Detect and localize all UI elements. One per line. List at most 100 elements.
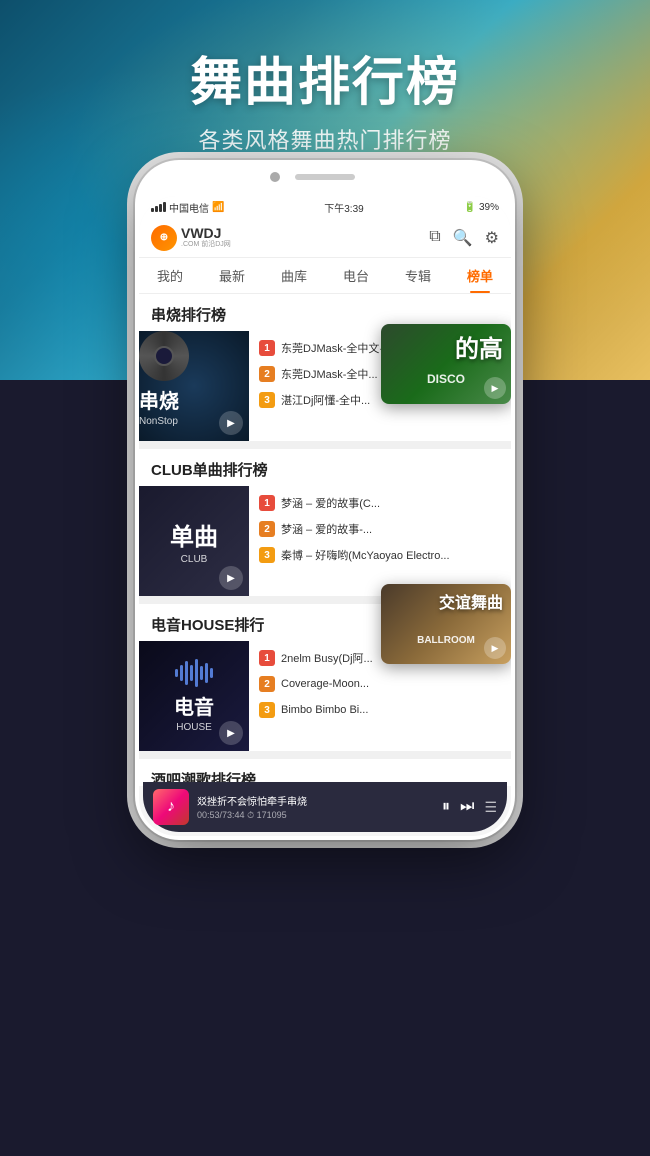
player-controls: ⏸ ⏭ ☰: [442, 798, 497, 816]
chart-section-club: CLUB单曲排行榜 单曲 CLUB ▶ 1 梦涵 – 爱的故事(C... 2: [139, 449, 511, 596]
tab-library[interactable]: 曲库: [263, 258, 325, 293]
app-logo: ⊕ VWDJ .COM 前沿DJ网: [151, 225, 231, 251]
play-btn-house[interactable]: ▶: [219, 721, 243, 745]
track-num-1: 1: [259, 650, 275, 666]
tab-latest[interactable]: 最新: [201, 258, 263, 293]
phone-frame: 中国电信 📶 下午3:39 🔋 39% ⊕ VWDJ .COM 前沿DJ网: [135, 160, 515, 840]
track-num-2: 2: [259, 521, 275, 537]
track-title: 2nelm Busy(Dj阿...: [281, 650, 373, 666]
album-art-club[interactable]: 单曲 CLUB ▶: [139, 486, 249, 596]
main-title: 舞曲排行榜: [0, 40, 650, 115]
track-item[interactable]: 3 秦博 – 好嗨哟(McYaoyao Electro...: [249, 542, 511, 568]
overlay-disco[interactable]: 的高 DISCO ▶: [381, 324, 511, 404]
tab-album[interactable]: 专辑: [387, 258, 449, 293]
gear-icon[interactable]: ⚙: [485, 228, 499, 248]
track-num-3: 3: [259, 547, 275, 563]
sub-title: 各类风格舞曲热门排行榜: [0, 123, 650, 155]
player-time: 00:53/73:44 ⏱ 171095: [197, 810, 434, 821]
track-num-2: 2: [259, 366, 275, 382]
logo-sub-text: .COM 前沿DJ网: [181, 241, 231, 249]
track-num-1: 1: [259, 340, 275, 356]
turntable-outer: [139, 331, 189, 381]
signal-bars: [151, 202, 166, 212]
wave-bar: [175, 669, 178, 677]
disco-cn-text: 的高: [455, 329, 503, 364]
wave-bar: [200, 666, 203, 680]
track-num-1: 1: [259, 495, 275, 511]
wave-bar: [205, 663, 208, 683]
wave-bar: [180, 665, 183, 681]
player-thumb[interactable]: ♪: [153, 789, 189, 825]
track-num-3: 3: [259, 702, 275, 718]
play-btn-nonstop[interactable]: ▶: [219, 411, 243, 435]
logo-circle: ⊕: [151, 225, 177, 251]
chart-section-nonstop: 串烧排行榜 串烧 NonStop ▶ 1: [139, 294, 511, 441]
signal-bar-3: [159, 204, 162, 212]
signal-bar-1: [151, 208, 154, 212]
overlay-ballroom[interactable]: 交谊舞曲 BALLROOM ▶: [381, 584, 511, 664]
track-title: Bimbo Bimbo Bi...: [281, 704, 368, 716]
signal-bar-4: [163, 202, 166, 212]
tab-charts[interactable]: 榜单: [449, 258, 511, 293]
phone-speaker: [295, 174, 355, 180]
tab-mine[interactable]: 我的: [139, 258, 201, 293]
carrier-name: 中国电信: [169, 200, 209, 215]
waveform: [175, 659, 213, 687]
album-title-cn-house: 电音: [174, 691, 214, 720]
status-bar: 中国电信 📶 下午3:39 🔋 39%: [139, 196, 511, 218]
wave-bar: [210, 668, 213, 678]
album-title-cn-club: 单曲: [170, 517, 218, 552]
ballroom-play-btn[interactable]: ▶: [484, 637, 506, 659]
player-play-count: 171095: [257, 810, 287, 820]
track-title: 秦博 – 好嗨哟(McYaoyao Electro...: [281, 547, 450, 563]
album-art-house[interactable]: 电音 HOUSE ▶: [139, 641, 249, 751]
ballroom-cn-text: 交谊舞曲: [439, 589, 503, 613]
pause-button[interactable]: ⏸: [442, 798, 450, 816]
signal-bar-2: [155, 206, 158, 212]
track-item[interactable]: 3 Bimbo Bimbo Bi...: [249, 697, 511, 723]
battery-icon: 🔋: [464, 202, 476, 213]
track-item[interactable]: 2 Coverage-Moon...: [249, 671, 511, 697]
player-info: 㸚挫折不会惊怕牵手串烧 00:53/73:44 ⏱ 171095: [197, 793, 434, 821]
content-area[interactable]: 串烧排行榜 串烧 NonStop ▶ 1: [139, 294, 511, 786]
tab-radio[interactable]: 电台: [325, 258, 387, 293]
logo-main-text: VWDJ: [181, 226, 231, 241]
album-art-nonstop[interactable]: 串烧 NonStop ▶: [139, 331, 249, 441]
play-btn-club[interactable]: ▶: [219, 566, 243, 590]
status-left: 中国电信 📶: [151, 200, 224, 215]
ballroom-en-text: BALLROOM: [417, 635, 475, 646]
track-title: 东莞DJMask-全中...: [281, 366, 378, 382]
track-title: Coverage-Moon...: [281, 678, 369, 690]
disco-content: 的高 DISCO ▶: [381, 324, 511, 404]
title-section: 舞曲排行榜 各类风格舞曲热门排行榜: [0, 0, 650, 155]
logo-icon: ⊕: [160, 232, 168, 243]
disco-en-text: DISCO: [427, 372, 465, 386]
copy-icon[interactable]: ⧉: [429, 228, 440, 248]
wave-bar: [195, 659, 198, 687]
bottom-player: ♪ 㸚挫折不会惊怕牵手串烧 00:53/73:44 ⏱ 171095 ⏸ ⏭ ☰: [143, 782, 507, 832]
track-item[interactable]: 1 梦涵 – 爱的故事(C...: [249, 490, 511, 516]
track-item[interactable]: 2 梦涵 – 爱的故事-...: [249, 516, 511, 542]
logo-text-group: VWDJ .COM 前沿DJ网: [181, 226, 231, 249]
album-title-cn-nonstop: 串烧: [139, 385, 249, 414]
next-button[interactable]: ⏭: [460, 798, 474, 816]
thumb-music-icon: ♪: [167, 798, 175, 816]
wave-bar: [190, 665, 193, 681]
track-num-2: 2: [259, 676, 275, 692]
battery-level: 39%: [479, 202, 499, 213]
player-plays: ⏱: [247, 810, 257, 820]
track-list-club: 1 梦涵 – 爱的故事(C... 2 梦涵 – 爱的故事-... 3 秦博 – …: [249, 486, 511, 596]
chart-row-club: 单曲 CLUB ▶ 1 梦涵 – 爱的故事(C... 2 梦涵 – 爱的故事-.…: [139, 486, 511, 596]
wifi-icon: 📶: [212, 202, 224, 213]
ballroom-content: 交谊舞曲 BALLROOM ▶: [381, 584, 511, 664]
chart-header-club: CLUB单曲排行榜: [139, 449, 511, 486]
track-num-3: 3: [259, 392, 275, 408]
track-title: 梦涵 – 爱的故事(C...: [281, 495, 380, 511]
phone-screen: 中国电信 📶 下午3:39 🔋 39% ⊕ VWDJ .COM 前沿DJ网: [139, 196, 511, 836]
search-icon[interactable]: 🔍: [453, 228, 473, 248]
album-title-en-house: HOUSE: [176, 722, 212, 733]
disco-play-btn[interactable]: ▶: [484, 377, 506, 399]
status-time: 下午3:39: [324, 200, 363, 215]
turntable: [139, 331, 189, 381]
playlist-button[interactable]: ☰: [484, 799, 497, 816]
